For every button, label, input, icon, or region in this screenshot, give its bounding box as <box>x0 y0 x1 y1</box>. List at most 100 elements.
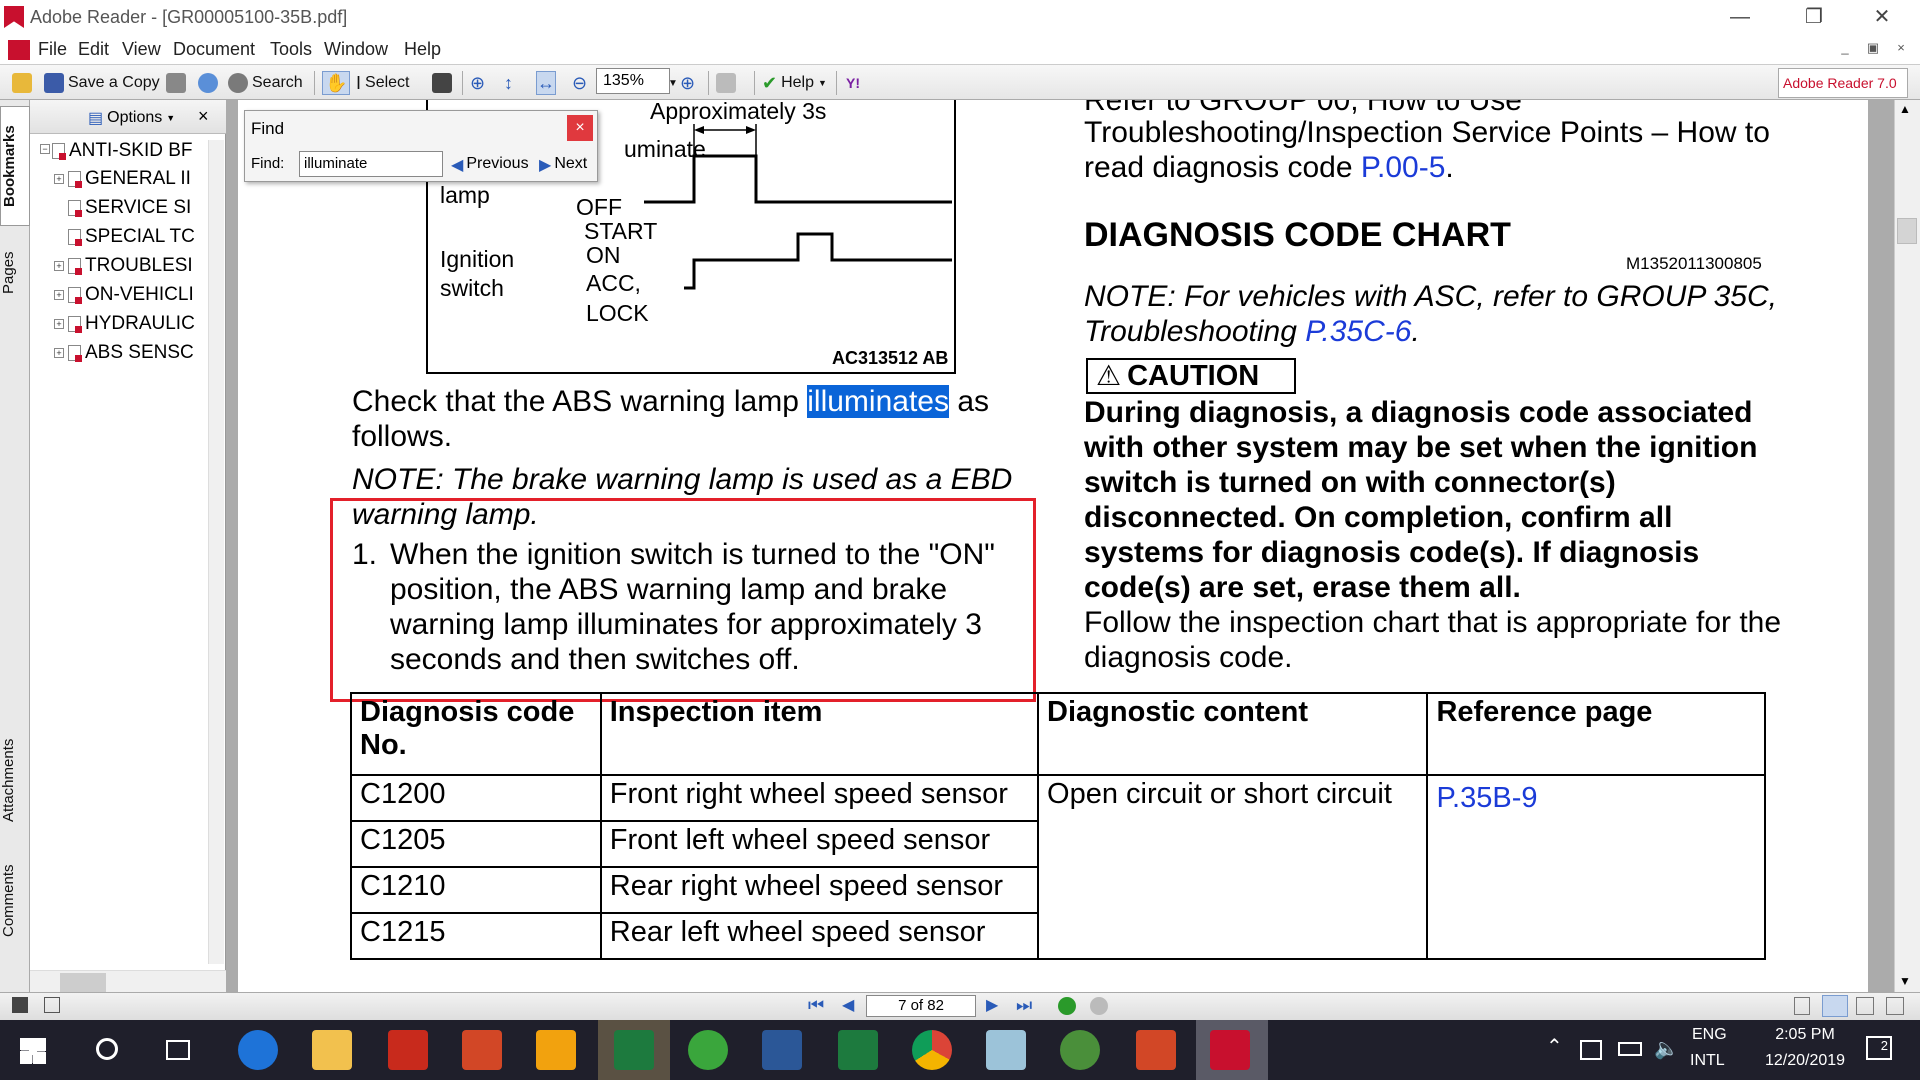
close-panel-button[interactable]: × <box>198 106 209 127</box>
expand-icon[interactable]: + <box>54 174 64 184</box>
single-page-icon[interactable] <box>1794 997 1810 1015</box>
bookmarks-vscroll[interactable] <box>208 140 224 964</box>
last-page-button[interactable]: ⏭ <box>1016 995 1032 1016</box>
volume-icon[interactable]: 🔈 <box>1654 1036 1679 1061</box>
tab-attachments[interactable]: Attachments <box>0 720 30 840</box>
doc-close-button[interactable]: × <box>1890 40 1912 60</box>
app-icon[interactable] <box>1060 1030 1100 1070</box>
find-close-button[interactable]: × <box>567 115 593 141</box>
fit-page-button[interactable]: ↕ <box>504 71 513 95</box>
app-icon[interactable] <box>688 1030 728 1070</box>
first-page-button[interactable]: ⏮ <box>808 995 824 1016</box>
task-view-icon[interactable] <box>166 1040 190 1060</box>
bookmark-item[interactable]: HYDRAULIC <box>68 313 208 335</box>
app-icon[interactable] <box>536 1030 576 1070</box>
bookmark-item[interactable]: SERVICE SI <box>68 197 208 219</box>
go-forward-icon[interactable] <box>1090 997 1108 1015</box>
menu-document[interactable]: Document <box>173 39 255 60</box>
bookmarks-hscroll[interactable] <box>30 970 226 994</box>
print-button[interactable] <box>166 71 186 95</box>
tab-comments[interactable]: Comments <box>0 846 30 956</box>
go-back-icon[interactable] <box>1058 997 1076 1015</box>
chevron-up-icon[interactable]: ⌃ <box>1546 1034 1563 1059</box>
menu-edit[interactable]: Edit <box>78 39 109 60</box>
snapshot-button[interactable] <box>432 71 452 95</box>
doc-restore-button[interactable]: ▣ <box>1862 40 1884 60</box>
find-input[interactable]: illuminate <box>299 151 443 177</box>
bookmark-item[interactable]: SPECIAL TC <box>68 226 208 248</box>
collapse-icon[interactable]: − <box>40 144 50 154</box>
doc-minimize-button[interactable]: _ <box>1834 40 1856 60</box>
chrome-icon[interactable] <box>912 1030 952 1070</box>
email-button[interactable] <box>198 71 218 95</box>
yahoo-button[interactable]: Y! <box>846 71 860 95</box>
powerpoint-icon[interactable] <box>462 1030 502 1070</box>
help-button[interactable]: ✔ Help ▼ <box>762 71 827 95</box>
link-p35c-6[interactable]: P.35C-6 <box>1305 315 1411 348</box>
search-icon[interactable] <box>96 1038 118 1060</box>
panel-icon[interactable] <box>12 997 28 1013</box>
expand-icon[interactable]: + <box>54 261 64 271</box>
find-previous-button[interactable]: ◀ Previous <box>451 155 529 175</box>
tab-bookmarks[interactable]: Bookmarks <box>0 106 30 226</box>
find-next-button[interactable]: ▶ Next <box>539 155 587 175</box>
tab-pages[interactable]: Pages <box>0 232 30 314</box>
powerpoint-icon[interactable] <box>1136 1030 1176 1070</box>
edge-icon[interactable] <box>238 1030 278 1070</box>
adobe-reader-icon[interactable] <box>1210 1030 1250 1070</box>
save-copy-button[interactable]: Save a Copy <box>44 71 160 95</box>
excel-icon[interactable] <box>614 1030 654 1070</box>
zoom-out-button[interactable]: ⊖ <box>572 71 587 95</box>
battery-icon[interactable] <box>1618 1042 1642 1056</box>
page-number-field[interactable]: 7 of 82 <box>866 995 976 1017</box>
file-explorer-icon[interactable] <box>312 1030 352 1070</box>
menu-window[interactable]: Window <box>324 39 388 60</box>
minimize-button[interactable]: — <box>1710 0 1770 34</box>
start-button[interactable] <box>20 1038 46 1064</box>
ref-link[interactable]: P.35B-9 <box>1426 774 1766 960</box>
bookmark-item[interactable]: GENERAL II <box>68 168 208 190</box>
search-highlight[interactable]: illuminates <box>807 385 949 418</box>
scroll-down-icon[interactable]: ▼ <box>1899 974 1911 988</box>
language-line2[interactable]: INTL <box>1690 1052 1725 1070</box>
select-tool-button[interactable]: I Select <box>356 71 409 95</box>
fit-width-button[interactable]: ↔ <box>536 71 556 95</box>
rotate-button[interactable] <box>716 71 736 95</box>
zoom-input[interactable]: 135% <box>596 68 670 94</box>
previous-page-button[interactable]: ◀ <box>842 995 854 1015</box>
continuous-facing-icon[interactable] <box>1886 997 1904 1015</box>
options-menu[interactable]: ▤ Options ▼ <box>88 108 175 128</box>
bookmark-root[interactable]: ANTI-SKID BF <box>52 140 204 162</box>
menu-file[interactable]: File <box>38 39 67 60</box>
clock-time[interactable]: 2:05 PM <box>1758 1026 1852 1044</box>
hscroll-thumb[interactable] <box>60 973 106 993</box>
hand-tool-button[interactable]: ✋ <box>322 71 351 95</box>
expand-icon[interactable]: + <box>54 348 64 358</box>
link-p00-5[interactable]: P.00-5 <box>1361 151 1446 184</box>
next-page-button[interactable]: ▶ <box>986 995 998 1015</box>
continuous-icon[interactable] <box>1822 995 1848 1017</box>
zoom-in-button[interactable]: ⊕ <box>680 71 695 95</box>
expand-icon[interactable]: + <box>54 290 64 300</box>
scroll-thumb[interactable] <box>1897 218 1917 244</box>
zoom-in-tool-button[interactable]: ⊕ <box>470 71 485 95</box>
expand-icon[interactable]: + <box>54 319 64 329</box>
clock-date[interactable]: 12/20/2019 <box>1744 1052 1866 1070</box>
restore-button[interactable]: ❐ <box>1784 0 1844 34</box>
document-vscroll[interactable]: ▲ ▼ <box>1894 100 1920 992</box>
bookmark-item[interactable]: ON-VEHICLI <box>68 284 208 306</box>
menu-help[interactable]: Help <box>404 39 441 60</box>
menu-view[interactable]: View <box>122 39 161 60</box>
close-button[interactable]: ✕ <box>1852 0 1912 34</box>
search-button[interactable]: Search <box>228 71 303 95</box>
facing-icon[interactable] <box>1856 997 1874 1015</box>
page-layout-icon[interactable] <box>44 997 60 1013</box>
open-button[interactable] <box>12 71 32 95</box>
document-view[interactable]: Approximately 3s uminate lamp OFF START … <box>226 100 1894 1000</box>
app-icon[interactable] <box>986 1030 1026 1070</box>
bookmark-item[interactable]: TROUBLESI <box>68 255 208 277</box>
zoom-dropdown[interactable]: ▼ <box>668 71 678 95</box>
notification-icon[interactable]: 2 <box>1866 1036 1892 1060</box>
scroll-up-icon[interactable]: ▲ <box>1899 102 1911 116</box>
tray-icon[interactable] <box>1580 1040 1602 1060</box>
